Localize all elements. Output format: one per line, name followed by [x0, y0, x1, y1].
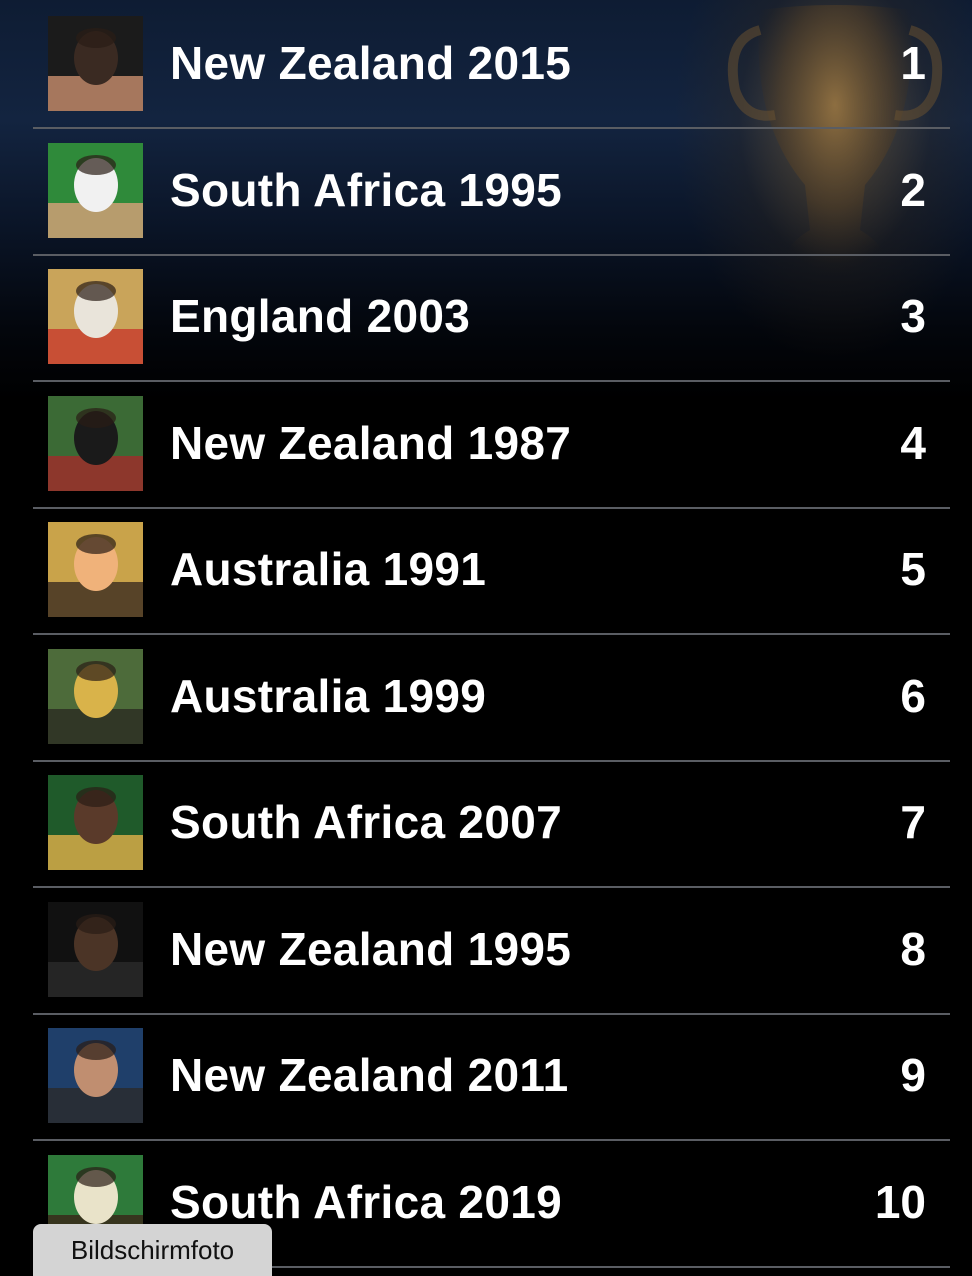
team-year-label: New Zealand 2015 [170, 37, 572, 89]
team-year-label: New Zealand 1995 [170, 922, 572, 975]
team-year-label: Australia 1991 [170, 543, 487, 595]
rank-number: 3 [900, 290, 926, 342]
rank-number: 2 [900, 163, 926, 216]
player-photo [48, 901, 143, 997]
rank-number: 1 [900, 37, 926, 89]
ranking-row[interactable]: South Africa 1995 2 [0, 127, 972, 253]
ranking-row[interactable]: New Zealand 2015 1 [0, 0, 972, 126]
team-year-label: Australia 1999 [170, 669, 487, 722]
team-year-label: South Africa 1995 [170, 163, 562, 216]
rank-number: 8 [900, 922, 926, 975]
team-year-label: England 2003 [170, 290, 471, 342]
team-photo [48, 648, 143, 744]
player-photo [48, 142, 143, 238]
player-photo [48, 775, 143, 870]
ranking-row[interactable]: New Zealand 1987 4 [0, 380, 972, 506]
team-photo [48, 269, 143, 364]
ranking-row[interactable]: South Africa 2007 7 [0, 759, 972, 885]
ranking-row[interactable]: New Zealand 1995 8 [0, 886, 972, 1012]
screenshot-tooltip: Bildschirmfoto [33, 1224, 272, 1276]
player-photo [48, 16, 143, 111]
rank-number: 4 [900, 416, 926, 469]
team-year-label: New Zealand 2011 [170, 1049, 569, 1101]
team-year-label: South Africa 2007 [170, 796, 562, 848]
rank-number: 7 [900, 796, 926, 848]
ranking-row[interactable]: Australia 1999 6 [0, 633, 972, 759]
ranking-row[interactable]: England 2003 3 [0, 253, 972, 379]
rank-number: 6 [900, 669, 926, 722]
team-photo [48, 395, 143, 491]
rank-number: 5 [900, 543, 926, 595]
ranking-row[interactable]: New Zealand 2011 9 [0, 1012, 972, 1138]
team-year-label: South Africa 2019 [170, 1175, 562, 1228]
rank-number: 9 [900, 1049, 926, 1101]
player-photo [48, 522, 143, 617]
ranking-row[interactable]: Australia 1991 5 [0, 506, 972, 632]
team-year-label: New Zealand 1987 [170, 416, 572, 469]
rank-number: 10 [874, 1175, 926, 1228]
player-photo [48, 1028, 143, 1123]
